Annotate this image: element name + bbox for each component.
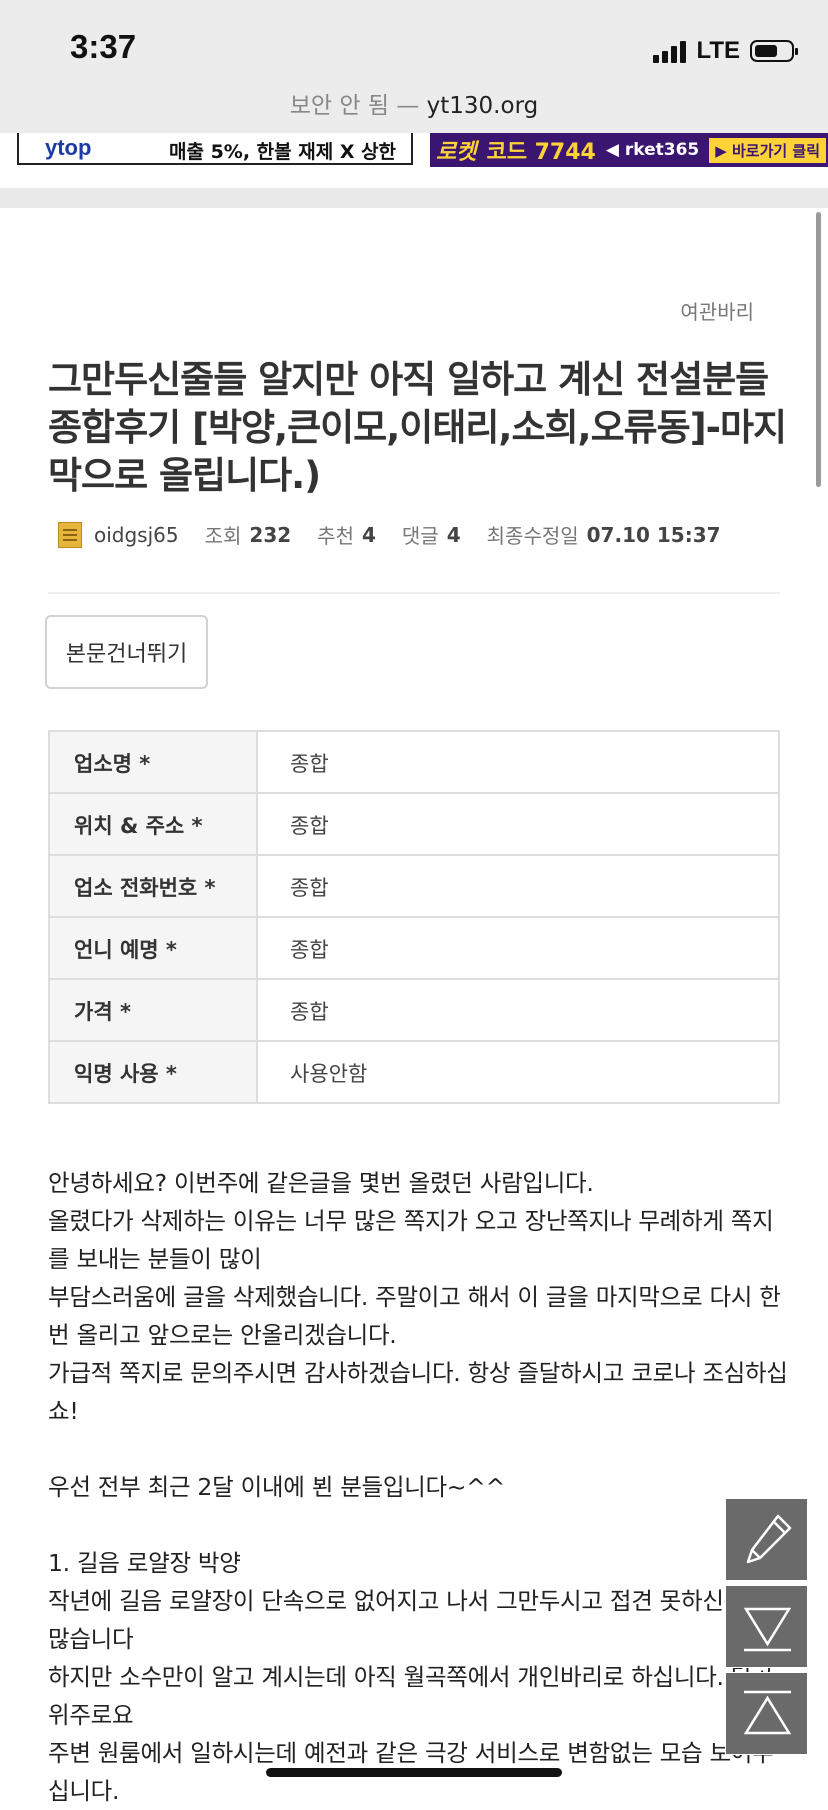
body-paragraph: 작년에 길음 로얄장이 단속으로 없어지고 나서 그만두시고 접견 못하신분들이… xyxy=(48,1587,788,1653)
views-count: 232 xyxy=(249,522,292,547)
modified-date: 07.10 15:37 xyxy=(586,522,721,547)
post-title: 그만두신줄들 알지만 아직 일하고 계신 전설분들 종합후기 [박양,큰이모,이… xyxy=(48,358,787,497)
body-paragraph: 가급적 쪽지로 문의주시면 감사하겠습니다. 항상 즐달하시고 코로나 조심하십… xyxy=(48,1359,788,1425)
info-value: 종합 xyxy=(256,916,780,980)
scroll-down-button[interactable] xyxy=(725,1585,808,1668)
header-divider xyxy=(48,592,780,594)
info-table: 업소명 * 종합 위치 & 주소 * 종합 업소 전화번호 * 종합 언니 예명 * 종… xyxy=(48,730,780,1104)
info-value: 사용안함 xyxy=(256,1040,780,1104)
views-label: 조회 xyxy=(204,524,242,548)
post-author[interactable]: oidgsj65 xyxy=(94,523,179,547)
body-paragraph: 우선 전부 최근 2달 이내에 뵌 분들입니다~^^ xyxy=(48,1473,505,1501)
ad-text: 매출 5%, 한볼 재제 X 상한 500 축 3000 xyxy=(169,141,397,163)
table-row: 가격 * 종합 xyxy=(48,978,780,1042)
info-key: 가격 * xyxy=(48,978,258,1042)
body-paragraph: 하지만 소수만이 알고 계시는데 아직 월곡쪽에서 개인바리로 하십니다. 단골… xyxy=(48,1663,774,1729)
page-scrollbar[interactable] xyxy=(816,212,821,487)
scroll-up-button[interactable] xyxy=(725,1672,808,1755)
battery-icon xyxy=(750,40,798,62)
scroll-up-icon xyxy=(743,1690,792,1735)
table-row: 업소명 * 종합 xyxy=(48,730,780,794)
body-paragraph: 안녕하세요? 이번주에 같은글을 몇번 올렸던 사람입니다. xyxy=(48,1169,594,1197)
ad-telegram: ◀ rket365 xyxy=(605,140,700,160)
post-body: 안녕하세요? 이번주에 같은글을 몇번 올렸던 사람입니다. 올렸다가 삭제하는… xyxy=(48,1164,788,1810)
info-key: 언니 예명 * xyxy=(48,916,258,980)
recommend-label: 추천 xyxy=(317,524,354,548)
recommend-count: 4 xyxy=(361,522,376,547)
table-row: 업소 전화번호 * 종합 xyxy=(48,854,780,918)
comments-label: 댓글 xyxy=(401,524,439,548)
ad-strip: ytop 매출 5%, 한볼 재제 X 상한 500 축 3000 로켓 코드 … xyxy=(0,133,828,167)
network-label: LTE xyxy=(696,37,740,64)
write-button[interactable] xyxy=(725,1498,808,1581)
table-row: 위치 & 주소 * 종합 xyxy=(48,792,780,856)
info-value: 종합 xyxy=(256,792,780,856)
ad-cta: ▶ 바로가기 클릭 xyxy=(709,137,827,163)
ad-brand: 로켓 xyxy=(436,140,477,165)
url-separator: — xyxy=(389,93,427,119)
post-category[interactable]: 여관바리 xyxy=(680,296,754,325)
info-key: 익명 사용 * xyxy=(48,1040,258,1104)
pencil-icon xyxy=(746,1514,792,1564)
body-paragraph: 부담스러움에 글을 삭제했습니다. 주말이고 해서 이 글을 마지막으로 다시 … xyxy=(48,1283,781,1349)
ad-banner-rocket[interactable]: 로켓 코드 7744 ◀ rket365 ▶ 바로가기 클릭 xyxy=(430,133,828,167)
url-host: yt130.org xyxy=(426,93,539,119)
browser-top-bar: 3:37 LTE 보안 안 됨 — yt130.org xyxy=(0,0,828,133)
member-level-icon xyxy=(58,521,82,548)
post-meta: oidgsj65 조회 232 추천 4 댓글 4 최종수정일 07.10 15… xyxy=(58,520,747,549)
status-time: 3:37 xyxy=(70,28,137,65)
modified-label: 최종수정일 xyxy=(486,524,579,548)
scroll-down-icon xyxy=(743,1607,792,1652)
ad-code: 코드 7744 xyxy=(486,140,596,165)
url-bar[interactable]: 보안 안 됨 — yt130.org xyxy=(0,86,828,120)
home-indicator[interactable] xyxy=(266,1768,562,1777)
info-value: 종합 xyxy=(256,854,780,918)
info-key: 업소 전화번호 * xyxy=(48,854,258,918)
info-value: 종합 xyxy=(256,730,780,794)
section-divider xyxy=(0,188,828,208)
ad-logo: ytop xyxy=(45,135,92,160)
info-key: 위치 & 주소 * xyxy=(48,792,258,856)
info-key: 업소명 * xyxy=(48,730,258,794)
ad-banner-ytop[interactable]: ytop 매출 5%, 한볼 재제 X 상한 500 축 3000 xyxy=(17,133,413,165)
status-indicators: LTE xyxy=(653,36,798,66)
table-row: 익명 사용 * 사용안함 xyxy=(48,1040,780,1104)
table-row: 언니 예명 * 종합 xyxy=(48,916,780,980)
signal-icon xyxy=(653,39,687,63)
info-value: 종합 xyxy=(256,978,780,1042)
security-label: 보안 안 됨 xyxy=(289,93,390,119)
body-paragraph: 1. 길음 로얄장 박양 xyxy=(48,1549,241,1577)
skip-content-button[interactable]: 본문건너뛰기 xyxy=(45,615,208,689)
comments-count: 4 xyxy=(446,522,461,547)
body-paragraph: 올렸다가 삭제하는 이유는 너무 많은 쪽지가 오고 장난쪽지나 무례하게 쪽지… xyxy=(48,1207,774,1273)
